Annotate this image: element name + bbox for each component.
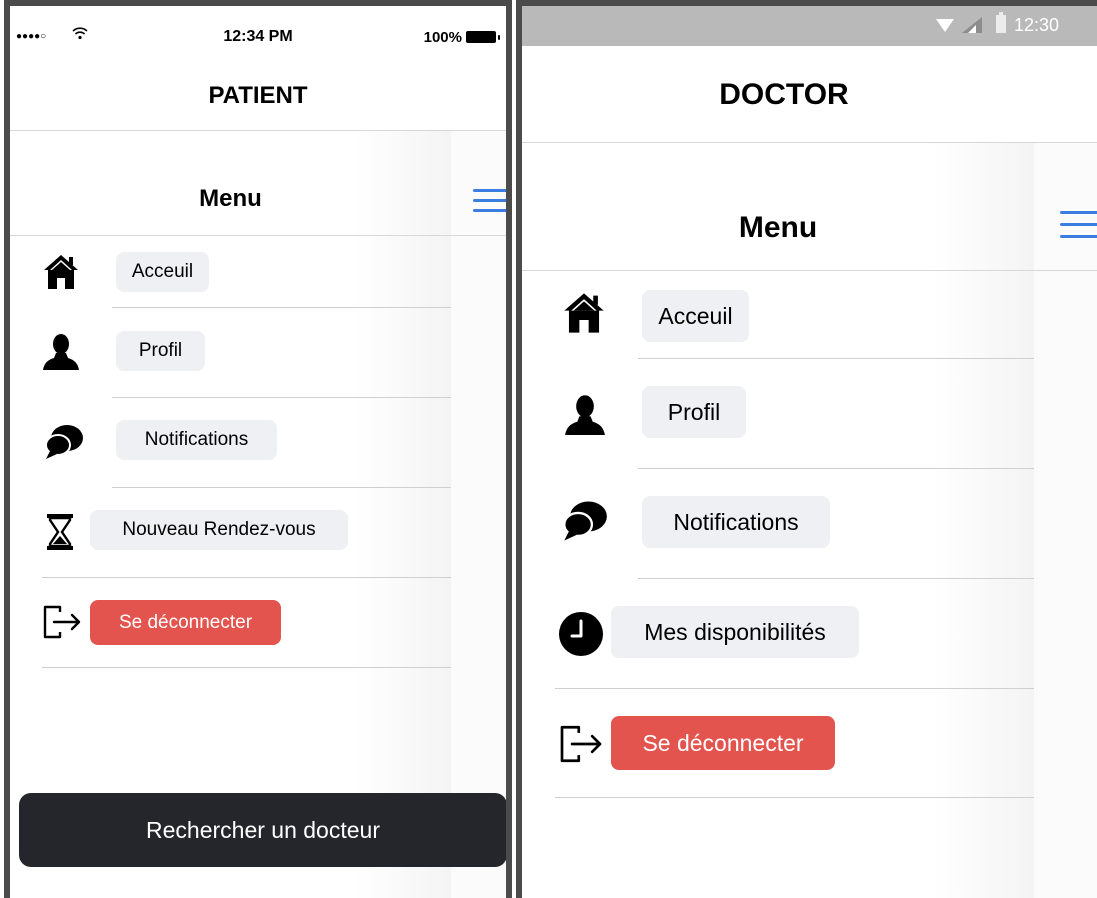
battery-icon: [996, 12, 1006, 33]
menu-item-profil[interactable]: Profil: [642, 386, 746, 438]
item-divider: [42, 667, 451, 668]
logout-button[interactable]: Se déconnecter: [611, 716, 835, 770]
chat-bubbles-icon: [563, 501, 607, 541]
menu-item-nouveau-rendez-vous[interactable]: Nouveau Rendez-vous: [90, 510, 348, 550]
item-divider: [638, 468, 1034, 469]
status-time: 12:30: [1014, 15, 1060, 35]
logout-button[interactable]: Se déconnecter: [90, 600, 281, 645]
search-doctor-button[interactable]: Rechercher un docteur: [19, 793, 506, 867]
item-divider: [42, 577, 451, 578]
clock-icon: [559, 612, 603, 656]
page-title: PATIENT: [208, 82, 308, 109]
menu-item-notifications[interactable]: Notifications: [642, 496, 830, 548]
home-icon: [564, 293, 604, 333]
hourglass-icon: [47, 514, 73, 550]
logout-icon: [43, 605, 81, 639]
menu-item-profil[interactable]: Profil: [116, 331, 205, 371]
chat-bubbles-icon: [45, 425, 83, 459]
user-icon: [43, 334, 79, 370]
drawer-title: Menu: [199, 185, 262, 212]
cell-signal-icon: [962, 17, 982, 33]
wifi-icon: [936, 19, 954, 32]
drawer-divider: [10, 235, 506, 236]
ios-status-bar: ●●●●○ 12:34 PM 100%: [10, 18, 506, 58]
item-divider: [555, 688, 1034, 689]
item-divider: [112, 487, 451, 488]
side-drawer: Menu Acceuil Profil Notifications: [522, 143, 1097, 898]
patient-screen: ●●●●○ 12:34 PM 100% PATIENT Menu Acceuil: [4, 0, 512, 898]
user-icon: [565, 395, 605, 435]
logout-icon: [560, 725, 602, 763]
item-divider: [112, 307, 451, 308]
drawer-overlay[interactable]: [1034, 143, 1097, 898]
menu-item-notifications[interactable]: Notifications: [116, 420, 277, 460]
drawer-title: Menu: [738, 211, 818, 244]
android-status-bar: 12:30: [522, 6, 1097, 46]
menu-hamburger-icon[interactable]: [1060, 211, 1097, 239]
menu-hamburger-icon[interactable]: [473, 189, 506, 213]
item-divider: [555, 797, 1034, 798]
app-header: PATIENT: [10, 58, 506, 131]
item-divider: [112, 397, 451, 398]
item-divider: [638, 358, 1034, 359]
battery-icon: [466, 31, 500, 43]
drawer-overlay[interactable]: [451, 131, 506, 898]
menu-item-mes-disponibilites[interactable]: Mes disponibilités: [611, 606, 859, 658]
battery-percent: 100%: [423, 29, 462, 46]
side-drawer: Menu Acceuil Profil Notifications: [10, 131, 506, 898]
menu-item-acceuil[interactable]: Acceuil: [116, 252, 209, 292]
home-icon: [44, 255, 78, 289]
page-title: DOCTOR: [719, 78, 849, 111]
app-header: DOCTOR: [522, 46, 1097, 143]
drawer-divider: [522, 270, 1097, 271]
doctor-screen: 12:30 DOCTOR Menu Acceuil Profil Notific…: [516, 0, 1097, 898]
item-divider: [638, 578, 1034, 579]
menu-item-acceuil[interactable]: Acceuil: [642, 290, 749, 342]
